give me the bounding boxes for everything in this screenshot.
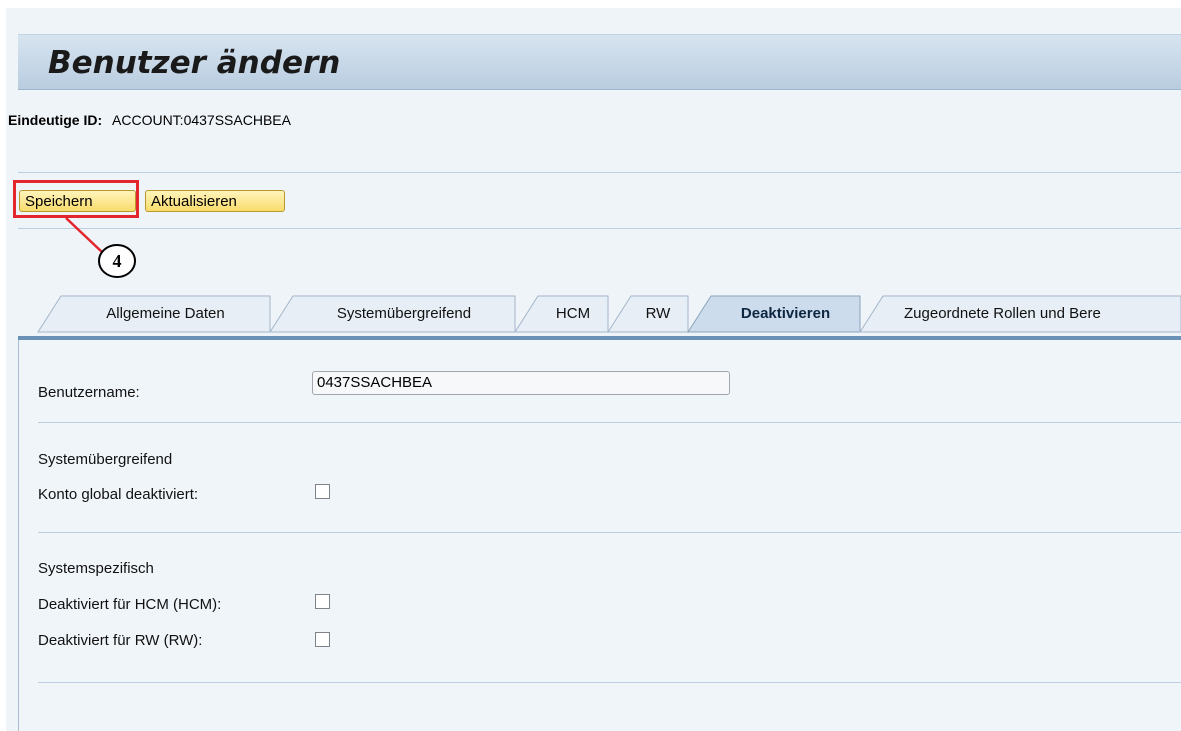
divider xyxy=(38,422,1181,423)
divider xyxy=(38,532,1181,533)
tab-rw[interactable]: RW xyxy=(628,296,688,330)
username-field[interactable]: 0437SSACHBEA xyxy=(312,371,730,395)
cross-system-heading: Systemübergreifend xyxy=(38,451,173,468)
rw-deactivated-checkbox[interactable] xyxy=(315,632,330,647)
tab-allgemeine-daten[interactable]: Allgemeine Daten xyxy=(61,296,270,330)
tab-strip: Allgemeine Daten Systemübergreifend HCM … xyxy=(18,290,1181,336)
global-deactivated-label: Konto global deaktiviert: xyxy=(38,486,199,503)
hcm-deactivated-checkbox[interactable] xyxy=(315,594,330,609)
hcm-deactivated-label: Deaktiviert für HCM (HCM): xyxy=(38,596,222,613)
callout-number: 4 xyxy=(112,251,122,271)
tab-content-panel xyxy=(18,340,1181,731)
tab-deaktivieren[interactable]: Deaktivieren xyxy=(711,296,860,330)
global-deactivated-checkbox[interactable] xyxy=(315,484,330,499)
system-specific-heading: Systemspezifisch xyxy=(38,560,154,577)
tab-systemuebergreifend[interactable]: Systemübergreifend xyxy=(293,296,515,330)
rw-deactivated-label: Deaktiviert für RW (RW): xyxy=(38,632,203,649)
tab-hcm[interactable]: HCM xyxy=(538,296,608,330)
tab-zugeordnete-rollen[interactable]: Zugeordnete Rollen und Bere xyxy=(904,296,1181,330)
username-label: Benutzername: xyxy=(38,384,140,401)
divider xyxy=(38,682,1181,683)
